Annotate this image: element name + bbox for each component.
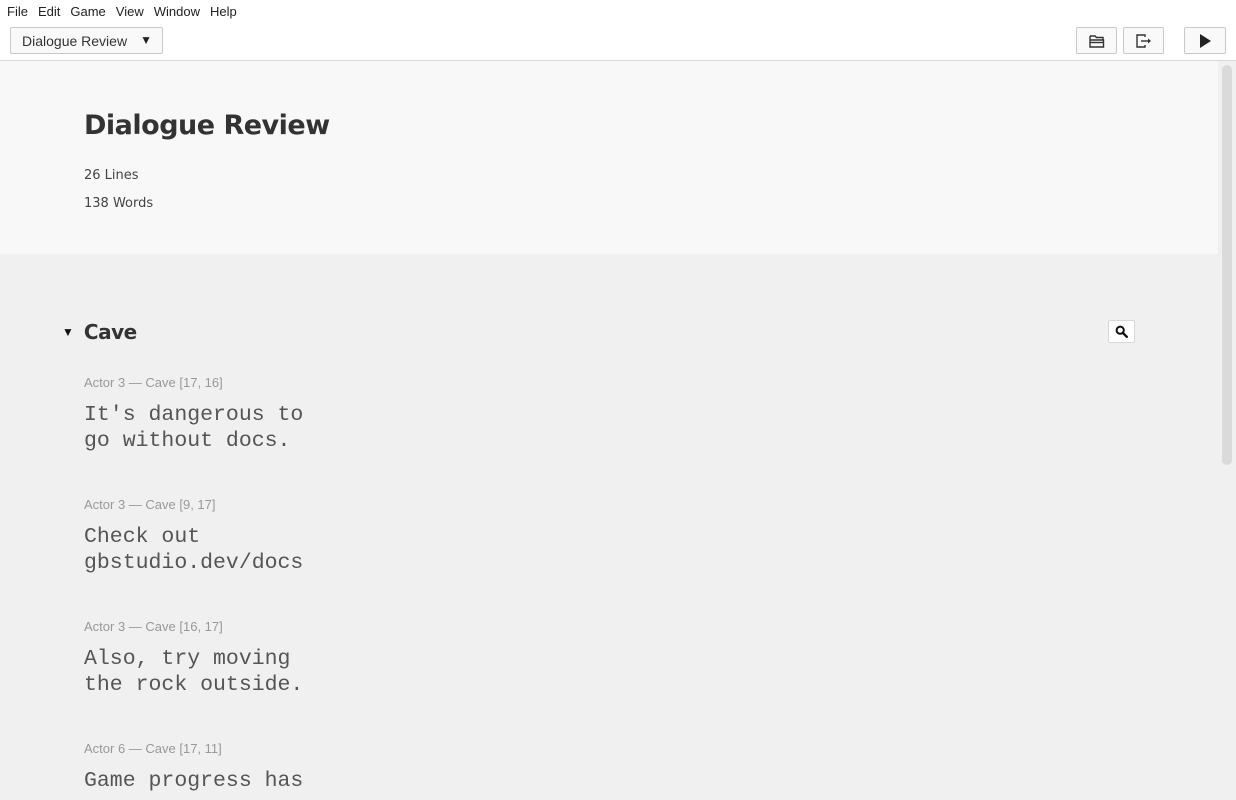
chevron-down-icon: ▼ <box>140 33 152 47</box>
word-count: 138 Words <box>84 196 154 211</box>
dialogue-line-meta[interactable]: Actor 3 — Cave [16, 17] <box>84 619 303 634</box>
line-count: 26 Lines <box>84 168 139 183</box>
dialogue-line: Actor 3 — Cave [9, 17] Check out gbstudi… <box>84 497 303 576</box>
dialogue-line: Actor 3 — Cave [16, 17] Also, try moving… <box>84 619 303 698</box>
menu-game[interactable]: Game <box>65 4 110 19</box>
vertical-scrollbar[interactable] <box>1218 61 1236 800</box>
dialogue-line-meta[interactable]: Actor 3 — Cave [17, 16] <box>84 375 303 390</box>
dialogue-review-content: Dialogue Review 26 Lines 138 Words ▼ Cav… <box>0 61 1218 800</box>
play-icon <box>1200 33 1211 48</box>
dialogue-line-text: Check out gbstudio.dev/docs <box>84 525 304 575</box>
play-button[interactable] <box>1184 27 1226 54</box>
review-header: Dialogue Review 26 Lines 138 Words <box>0 61 1218 254</box>
open-folder-button[interactable] <box>1076 27 1117 54</box>
scene-search-button[interactable] <box>1108 320 1135 343</box>
search-icon <box>1115 325 1128 338</box>
dialogue-line-text: Also, try moving the rock outside. <box>84 647 304 697</box>
menu-edit[interactable]: Edit <box>33 4 65 19</box>
menu-bar: File Edit Game View Window Help <box>0 0 1236 22</box>
caret-down-icon[interactable]: ▼ <box>62 325 74 339</box>
page-title: Dialogue Review <box>84 110 330 141</box>
dialogue-line-meta[interactable]: Actor 3 — Cave [9, 17] <box>84 497 303 512</box>
scene-name: Cave <box>83 320 137 344</box>
menu-view[interactable]: View <box>111 4 149 19</box>
menu-help[interactable]: Help <box>205 4 242 19</box>
toolbar: Dialogue Review ▼ <box>0 22 1236 61</box>
export-icon <box>1135 33 1151 48</box>
scene-header[interactable]: ▼ Cave <box>62 320 137 344</box>
section-select[interactable]: Dialogue Review ▼ <box>10 27 163 54</box>
dialogue-line: Actor 6 — Cave [17, 11] Game progress ha… <box>84 741 303 794</box>
dialogue-line: Actor 3 — Cave [17, 16] It's dangerous t… <box>84 375 303 454</box>
menu-file[interactable]: File <box>2 4 33 19</box>
scene-list: ▼ Cave Actor 3 — Cave [17, 16] It's dang… <box>0 254 1218 800</box>
scrollbar-thumb[interactable] <box>1222 65 1232 465</box>
dialogue-line-text: It's dangerous to go without docs. <box>84 403 304 453</box>
dialogue-line-text: Game progress has <box>84 769 304 793</box>
dialogue-line-meta[interactable]: Actor 6 — Cave [17, 11] <box>84 741 303 756</box>
section-select-value: Dialogue Review <box>22 32 128 49</box>
menu-window[interactable]: Window <box>149 4 205 19</box>
folder-open-icon <box>1088 34 1104 48</box>
export-button[interactable] <box>1123 27 1164 54</box>
